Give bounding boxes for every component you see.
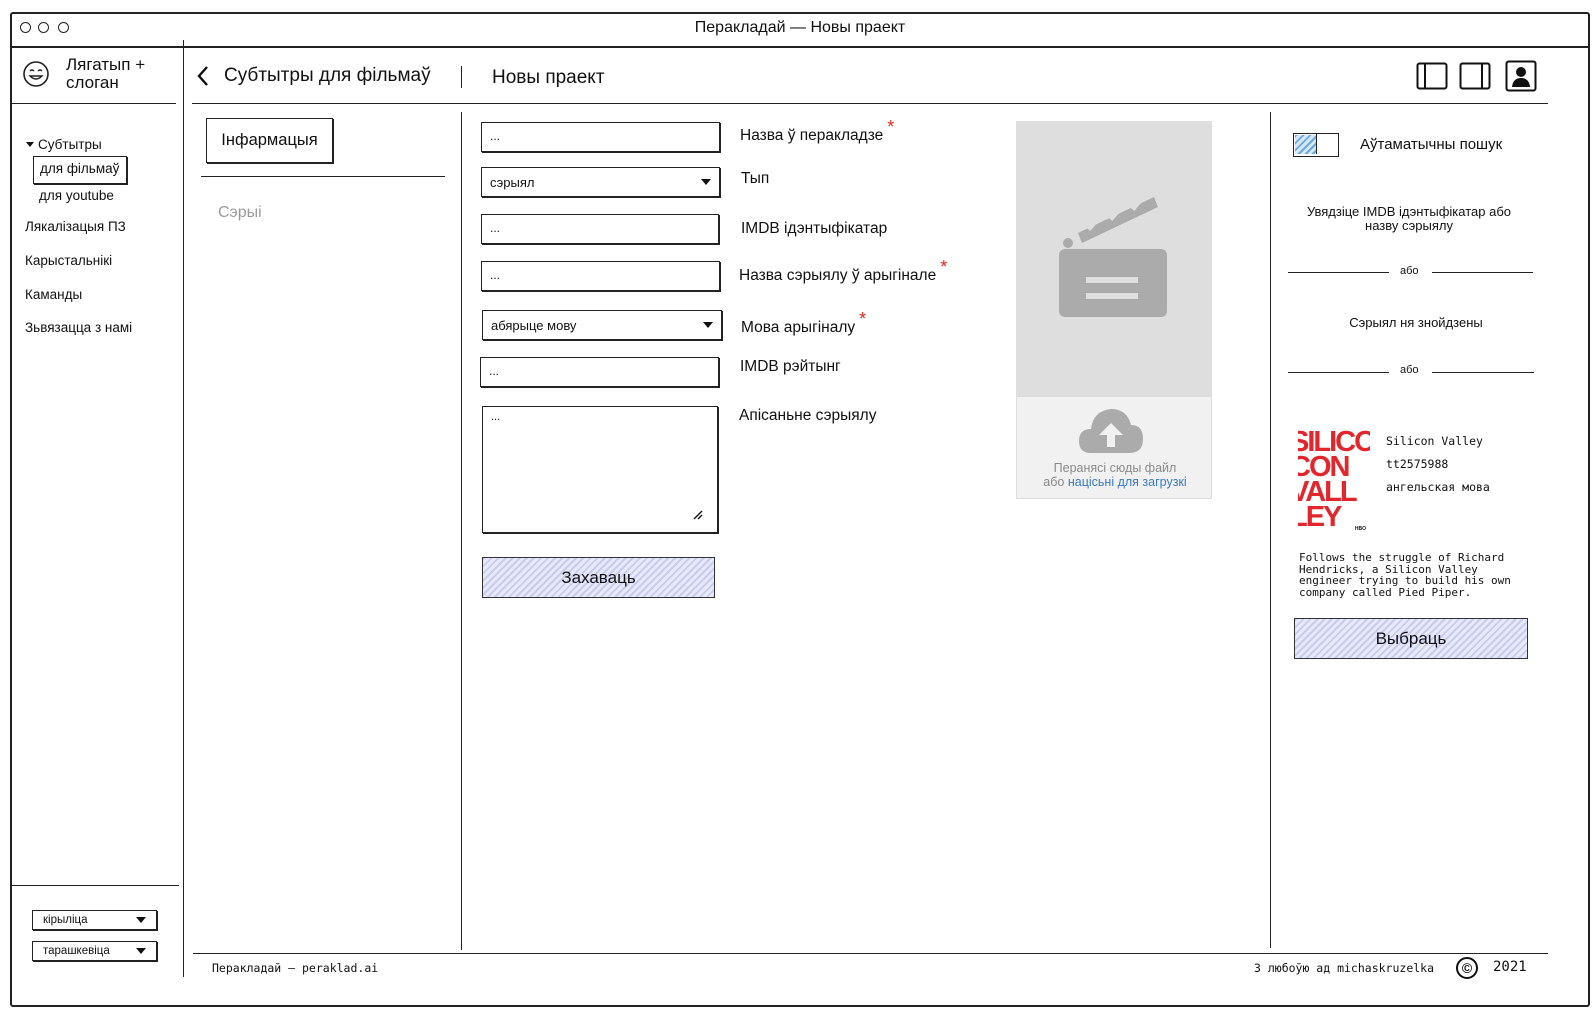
script-select[interactable]: кірыліца [32, 910, 157, 930]
tabs-column-divider [461, 112, 462, 950]
smiley-logo-icon [22, 60, 50, 88]
footer-year: 2021 [1493, 959, 1527, 975]
description-label: Апісаньне сэрыялу [739, 407, 877, 424]
logo-text[interactable]: Лягатып + слоган [66, 56, 176, 92]
result-description: Follows the struggle of Richard Hendrick… [1299, 551, 1511, 599]
toggle-fill [1295, 135, 1316, 154]
caret-down-icon [26, 142, 34, 147]
or-divider-right [1432, 372, 1534, 373]
or-divider-left [1288, 372, 1389, 373]
toggle-left-panel-icon[interactable] [1416, 62, 1448, 90]
or-label: або [1400, 265, 1419, 277]
script-select-value: кірыліца [43, 914, 88, 926]
sidebar-item-contact[interactable]: Зьвязацца з намі [25, 320, 132, 335]
imdb-rating-label: IMDB рэйтынг [740, 358, 841, 375]
description-placeholder: ... [491, 411, 501, 423]
caret-down-icon [136, 948, 146, 954]
required-asterisk: * [859, 309, 867, 329]
title-bar: Перакладай — Новы праект [10, 12, 1590, 48]
header-separator [461, 66, 462, 88]
language-label: Мова арыгіналу * [741, 309, 867, 336]
result-title: Silicon Valley [1386, 434, 1483, 448]
orthography-select[interactable]: тарашкевіца [32, 941, 157, 961]
required-asterisk: * [887, 117, 895, 137]
translated-title-label: Назва ў перакладзе * [740, 117, 895, 144]
sidebar-divider [183, 40, 184, 977]
auto-search-toggle[interactable] [1293, 133, 1339, 157]
toggle-knob [1316, 134, 1317, 154]
original-title-label: Назва сэрыялу ў арыгінале * [739, 257, 948, 284]
poster-placeholder [1016, 121, 1212, 396]
search-hint: Увядзіце IMDB ідэнтыфікатар або назву сэ… [1306, 204, 1512, 233]
select-button[interactable]: Выбраць [1294, 618, 1528, 659]
imdb-rating-input[interactable]: ... [480, 357, 719, 387]
or-divider-left [1288, 272, 1389, 273]
language-select-value: абярыце мову [491, 317, 577, 333]
orthography-select-value: тарашкевіца [43, 945, 110, 957]
type-select[interactable]: сэрыял [481, 167, 720, 197]
sidebar-item-teams[interactable]: Каманды [25, 287, 82, 302]
auto-search-label: Аўтаматычны пошук [1360, 136, 1503, 153]
or-divider-right [1432, 272, 1533, 273]
required-asterisk: * [940, 257, 948, 277]
type-select-value: сэрыял [490, 174, 535, 190]
logo-divider [10, 103, 176, 104]
toggle-right-panel-icon[interactable] [1459, 62, 1491, 90]
sidebar-item-for-youtube[interactable]: для youtube [39, 188, 114, 203]
upload-dropzone[interactable]: Перанясі сюды файл або націсьні для загр… [1016, 396, 1212, 499]
upload-hint-line: Перанясі сюды файл [1053, 461, 1177, 475]
user-profile-icon[interactable] [1505, 60, 1537, 92]
sidebar-group-label: Субтытры [38, 137, 102, 152]
result-imdb-id: tt2575988 [1386, 457, 1449, 471]
imdb-id-input[interactable]: ... [481, 214, 719, 244]
tab-information[interactable]: Інфармацыя [206, 118, 333, 163]
original-title-input[interactable]: ... [481, 261, 720, 291]
footer-credit[interactable]: З любоўю ад michaskruzelka [1254, 961, 1434, 975]
footer-brand: Перакладай — peraklad.ai [212, 961, 379, 975]
imdb-id-label: IMDB ідэнтыфікатар [741, 220, 888, 237]
result-meta: Silicon Valley tt2575988 ангельская мова [1386, 430, 1490, 499]
clapperboard-icon [1059, 193, 1167, 317]
type-label: Тып [741, 170, 770, 187]
window-title: Перакладай — Новы праект [694, 19, 906, 36]
not-found-message: Сэрыял ня знойдзены [1349, 315, 1483, 330]
upload-click-link[interactable]: націсьні для загрузкі [1068, 475, 1187, 489]
upload-or-text: або [1043, 475, 1065, 489]
sidebar-item-for-films[interactable]: для фільмаў [33, 156, 127, 184]
sidebar-group-subtitles[interactable]: Субтытры [26, 137, 102, 152]
copyright-icon: © [1456, 957, 1478, 979]
sidebar-bottom-divider [12, 885, 179, 886]
save-button[interactable]: Захаваць [482, 557, 715, 598]
header-divider [192, 103, 1548, 104]
right-panel-divider [1270, 112, 1271, 948]
caret-down-icon [701, 179, 711, 185]
page-title: Новы праект [492, 67, 605, 88]
translated-title-input[interactable]: ... [481, 122, 720, 152]
cloud-upload-icon [1079, 409, 1143, 453]
resize-handle-icon[interactable] [693, 510, 703, 520]
poster-network-logo: HBO [1354, 526, 1366, 532]
result-poster[interactable]: SILICON CON VALL LEY HBO [1298, 430, 1370, 534]
description-textarea[interactable]: ... [482, 406, 718, 533]
caret-down-icon [703, 322, 713, 328]
tabs-divider [201, 176, 445, 177]
tab-episodes[interactable]: Сэрыі [218, 204, 262, 222]
caret-down-icon [136, 917, 146, 923]
back-chevron-icon[interactable] [194, 64, 214, 88]
result-language: ангельская мова [1386, 480, 1490, 494]
footer-divider [193, 953, 1548, 954]
breadcrumb[interactable]: Субтытры для фільмаў [224, 65, 431, 87]
sidebar-item-software-localization[interactable]: Лякалізацыя ПЗ [25, 219, 126, 234]
or-label: або [1400, 364, 1419, 376]
sidebar-item-users[interactable]: Карыстальнікі [25, 253, 112, 268]
language-select[interactable]: абярыце мову [482, 310, 722, 340]
